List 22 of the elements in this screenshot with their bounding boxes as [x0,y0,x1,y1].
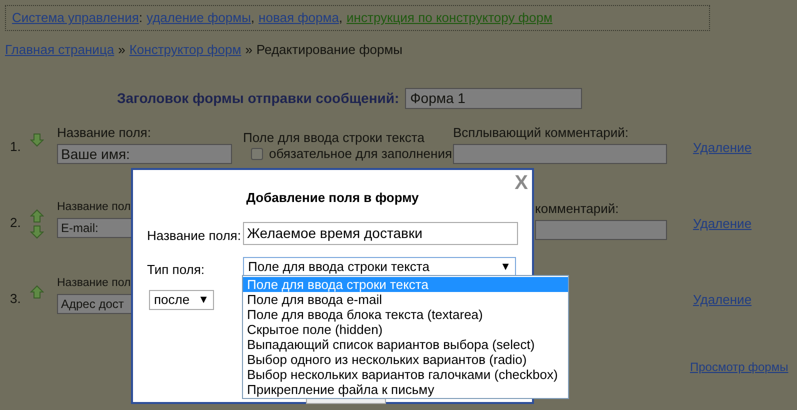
field-label: Название поля: [57,124,152,142]
field-type-text: Поле для ввода строки текста [243,128,426,147]
row-number: 1. [10,138,21,154]
row-number: 3. [10,290,21,306]
caret-icon: ▼ [500,258,511,276]
field-label: Тип поля: [147,261,205,279]
separator-text: : [138,9,142,28]
breadcrumb-separator: » [118,41,126,59]
field-label: Всплывающий комментарий: [453,124,630,142]
form-title-label: Заголовок формы отправки сообщений: [117,88,400,108]
checkbox-label: обязательное для заполнения [269,147,452,160]
row-number: 2. [10,214,21,230]
breadcrumb-current: Редактирование формы [256,41,403,59]
caret-icon: ▼ [198,292,209,308]
breadcrumb-separator: » [245,41,252,59]
field-label: Название пол [57,276,132,290]
separator-text: , [338,9,343,28]
field-label: Название пол [57,200,132,214]
field-label: Название поля: [147,227,241,245]
field-label: комментарий: [535,200,620,218]
modal-title: Добавление поля в форму [245,189,420,207]
separator-text: , [250,9,255,28]
